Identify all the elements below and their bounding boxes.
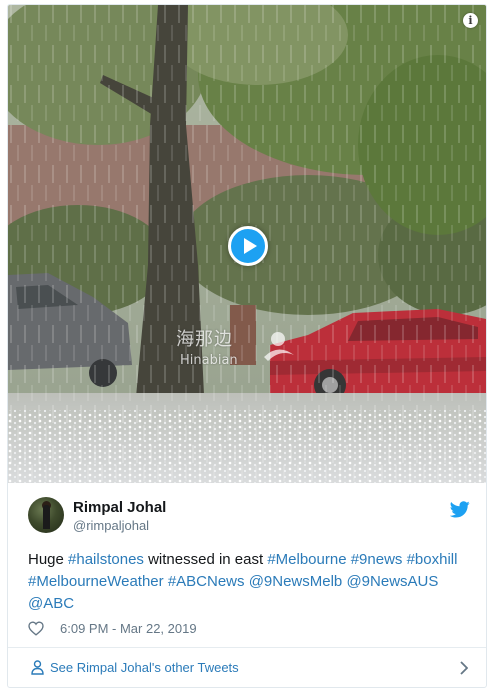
chevron-right-icon[interactable] <box>459 661 468 675</box>
person-icon <box>31 660 44 675</box>
info-icon[interactable]: i <box>463 13 478 28</box>
play-button[interactable] <box>228 226 268 266</box>
video-watermark: 海那边 Hinabian <box>176 327 326 375</box>
tweet-meta: 6:09 PM - Mar 22, 2019 <box>28 619 468 639</box>
author-handle[interactable]: @rimpaljohal <box>73 518 149 534</box>
tweet-text-segment: witnessed in east <box>143 551 268 568</box>
watermark-logo-icon <box>264 332 294 361</box>
hashtag-9news[interactable]: #9news <box>351 551 403 568</box>
tweet-text: Huge #hailstones witnessed in east #Melb… <box>28 549 468 615</box>
author-name[interactable]: Rimpal Johal <box>73 499 166 517</box>
play-icon <box>244 238 257 254</box>
tweet-text-segment: Huge <box>28 551 69 568</box>
twitter-bird-icon[interactable] <box>450 501 470 518</box>
see-other-tweets-label[interactable]: See Rimpal Johal's other Tweets <box>50 660 239 676</box>
hashtag-boxhill[interactable]: #boxhill <box>407 551 458 568</box>
divider <box>8 647 486 648</box>
mention-abc[interactable]: @ABC <box>28 595 74 612</box>
watermark-en-text: Hinabian <box>180 353 238 368</box>
heart-icon[interactable] <box>28 621 44 636</box>
hashtag-melbourneweather[interactable]: #MelbourneWeather <box>28 573 164 590</box>
hashtag-melbourne[interactable]: #Melbourne <box>267 551 346 568</box>
mention-9newsmelb[interactable]: @9NewsMelb <box>249 573 343 590</box>
tweet-timestamp[interactable]: 6:09 PM - Mar 22, 2019 <box>60 621 197 637</box>
avatar-figure <box>43 505 50 529</box>
see-other-tweets-link[interactable]: See Rimpal Johal's other Tweets <box>28 657 468 681</box>
hashtag-abcnews[interactable]: #ABCNews <box>168 573 245 590</box>
tweet-author[interactable]: Rimpal Johal @rimpaljohal <box>28 497 470 537</box>
embedded-tweet-card: 海那边 Hinabian i Rimpal Johal @rimpaljohal… <box>7 4 487 688</box>
hashtag-hailstones[interactable]: #hailstones <box>68 551 144 568</box>
watermark-cn-text: 海那边 <box>176 329 233 350</box>
avatar[interactable] <box>28 497 64 533</box>
mention-9newsaus[interactable]: @9NewsAUS <box>346 573 438 590</box>
tweet-video[interactable]: 海那边 Hinabian i <box>8 5 486 483</box>
